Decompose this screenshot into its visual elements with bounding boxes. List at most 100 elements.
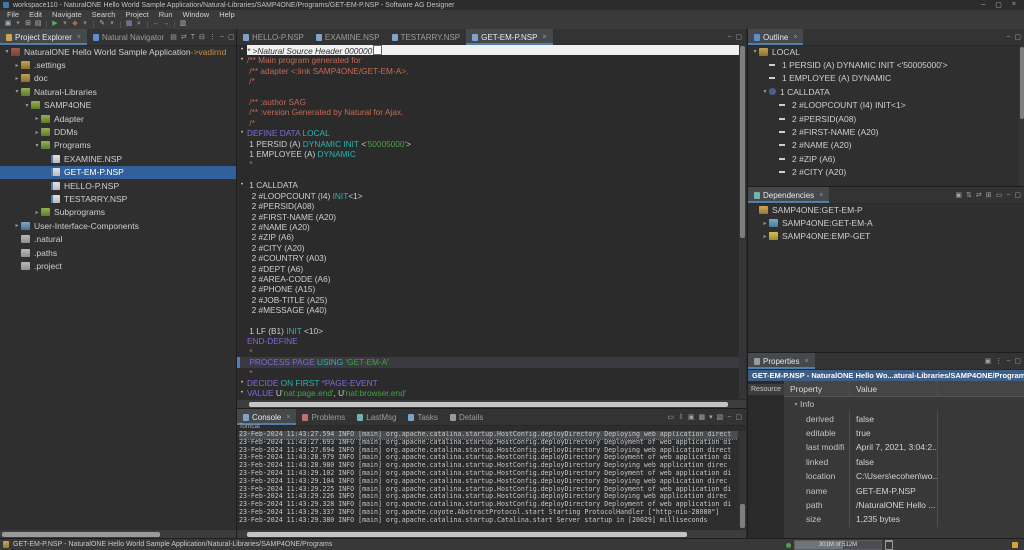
tree-item-2-first-name-a20[interactable]: 2 #FIRST-NAME (A20) xyxy=(748,125,1024,138)
menu-file[interactable]: File xyxy=(2,10,24,19)
code-line[interactable]: 2 #JOB-TITLE (A25) xyxy=(237,295,739,305)
scrollbar-thumb[interactable] xyxy=(1020,47,1024,119)
tree-item-subprograms[interactable]: ▸Subprograms xyxy=(0,206,236,219)
notification-icon[interactable] xyxy=(1012,542,1018,548)
code-line[interactable]: 1 LF (B1) INIT <10> xyxy=(237,326,739,336)
debug-dropdown-icon[interactable]: ▾ xyxy=(80,19,90,29)
tab-hello-p-nsp[interactable]: HELLO-P.NSP xyxy=(237,29,310,45)
filter-icon[interactable]: ⊞ xyxy=(986,191,992,199)
scroll-lock-icon[interactable]: ⇩ xyxy=(678,413,684,421)
tree-expand-arrow[interactable]: ▸ xyxy=(33,129,41,136)
tab-get-em-p-nsp[interactable]: GET-EM-P.NSP× xyxy=(466,29,552,45)
close-icon[interactable]: × xyxy=(819,192,823,199)
tree-expand-arrow[interactable]: ▸ xyxy=(33,115,41,122)
tree-item-2-loopcount-i4-init-1[interactable]: 2 #LOOPCOUNT (I4) INIT<1> xyxy=(748,99,1024,112)
code-line[interactable]: •VALUE U'nat:page.end', U'nat:browser.en… xyxy=(237,388,739,398)
property-row[interactable]: last modifiApril 7, 2021, 3:04:2... xyxy=(784,440,1024,454)
window-maximize-button[interactable]: ▢ xyxy=(995,1,1002,9)
tree-item-testarry-nsp[interactable]: TESTARRY.NSP xyxy=(0,192,236,205)
code-line[interactable]: 2 #AREA-CODE (A6) xyxy=(237,274,739,284)
code-line[interactable]: * xyxy=(237,347,739,357)
collapse-all-icon[interactable]: ⊟ xyxy=(199,33,205,41)
code-line[interactable] xyxy=(237,316,739,326)
code-line[interactable]: 2 #DEPT (A6) xyxy=(237,264,739,274)
tab-problems[interactable]: Problems xyxy=(296,409,351,425)
property-row[interactable]: locationC:\Users\ecohen\wo... xyxy=(784,469,1024,483)
close-icon[interactable]: × xyxy=(793,34,797,41)
tree-item-2-city-a20[interactable]: 2 #CITY (A20) xyxy=(748,166,1024,179)
menu-navigate[interactable]: Navigate xyxy=(47,10,87,19)
menu-project[interactable]: Project xyxy=(120,10,153,19)
new-wizard-icon[interactable]: ▩ xyxy=(124,19,134,29)
refresh-icon[interactable]: ⇄ xyxy=(976,191,982,199)
tree-item-1-calldata[interactable]: ▾1 CALLDATA xyxy=(748,85,1024,98)
scrollbar-thumb[interactable] xyxy=(247,532,687,537)
code-line[interactable]: 2 #PHONE (A15) xyxy=(237,284,739,294)
history-icon[interactable]: ▭ xyxy=(996,191,1003,199)
tree-item-natural-libraries[interactable]: ▾Natural-Libraries xyxy=(0,85,236,98)
code-line[interactable]: •* >Natural Source Header 000000 xyxy=(237,45,739,55)
maximize-icon[interactable]: ▢ xyxy=(1014,357,1021,365)
tree-item-settings[interactable]: ▸.settings xyxy=(0,58,236,71)
clear-console-icon[interactable]: ▭ xyxy=(667,413,674,421)
code-line[interactable]: 2 #MESSAGE (A40) xyxy=(237,305,739,315)
window-minimize-button[interactable]: – xyxy=(981,1,985,9)
back-icon[interactable]: ← xyxy=(151,19,161,29)
scrollbar-thumb[interactable] xyxy=(740,46,745,238)
search-icon[interactable]: ⌕ xyxy=(134,19,144,29)
column-property[interactable]: Property xyxy=(784,381,850,396)
code-editor[interactable]: •* >Natural Source Header 000000•/** Mai… xyxy=(237,45,739,400)
tree-item-programs[interactable]: ▾Programs xyxy=(0,139,236,152)
property-row[interactable]: size1,235 bytes xyxy=(784,512,1024,526)
tree-item-samp4one-get-em-p[interactable]: SAMP4ONE:GET-EM-P xyxy=(748,203,1024,216)
display-console-icon[interactable]: ▦ xyxy=(699,413,706,421)
save-dropdown-icon[interactable]: ▾ xyxy=(13,19,23,29)
scrollbar-thumb[interactable] xyxy=(740,504,745,528)
tree-expand-arrow[interactable]: ▾ xyxy=(23,102,31,109)
tab-examine-nsp[interactable]: EXAMINE.NSP xyxy=(310,29,386,45)
tree-item-1-persid-a-dynamic-init-50005000[interactable]: 1 PERSID (A) DYNAMIC INIT <'50005000'> xyxy=(748,58,1024,71)
property-row[interactable]: editabletrue xyxy=(784,426,1024,440)
console-log-line[interactable]: 23-Feb-2024 11:43:29.380 INFO [main] org… xyxy=(239,517,738,525)
tree-item-2-persid-a08[interactable]: 2 #PERSID(A08) xyxy=(748,112,1024,125)
maximize-icon[interactable]: ▢ xyxy=(1014,33,1021,41)
tab-natural-navigator[interactable]: Natural Navigator xyxy=(87,29,170,45)
minimize-icon[interactable]: − xyxy=(220,34,224,41)
maximize-icon[interactable]: ▢ xyxy=(735,413,742,421)
tree-expand-arrow[interactable]: ▸ xyxy=(13,222,21,229)
tab-testarry-nsp[interactable]: TESTARRY.NSP xyxy=(386,29,467,45)
menu-search[interactable]: Search xyxy=(87,10,121,19)
edit-dropdown-icon[interactable]: ▾ xyxy=(107,19,117,29)
tree-item-user-interface-components[interactable]: ▸User-Interface-Components xyxy=(0,219,236,232)
close-icon[interactable]: × xyxy=(286,414,290,421)
open-console-icon[interactable]: ▧ xyxy=(717,413,724,421)
property-row[interactable]: linkedfalse xyxy=(784,455,1024,469)
tree-expand-arrow[interactable]: ▾ xyxy=(3,48,11,55)
menu-edit[interactable]: Edit xyxy=(24,10,47,19)
code-line[interactable]: END-DEFINE xyxy=(237,336,739,346)
outline-vertical-scrollbar[interactable] xyxy=(1019,45,1024,186)
column-value[interactable]: Value xyxy=(850,381,938,396)
tree-item-adapter[interactable]: ▸Adapter xyxy=(0,112,236,125)
code-line[interactable]: PROCESS PAGE USING 'GET-EM-A' xyxy=(237,357,739,367)
menu-help[interactable]: Help xyxy=(214,10,239,19)
console-vertical-scrollbar[interactable] xyxy=(739,431,746,530)
tab-resource[interactable]: Resource xyxy=(748,384,784,395)
tree-item-ddms[interactable]: ▸DDMs xyxy=(0,125,236,138)
debug-icon[interactable]: ◆ xyxy=(70,19,80,29)
maximize-icon[interactable]: ▢ xyxy=(228,33,235,41)
code-line[interactable] xyxy=(237,170,739,180)
tree-item-naturalone-hello-world-sample-application[interactable]: ▾NaturalONE Hello World Sample Applicati… xyxy=(0,45,236,58)
tree-expand-arrow[interactable]: ▸ xyxy=(33,209,41,216)
run-dropdown-icon[interactable]: ▾ xyxy=(60,19,70,29)
close-icon[interactable]: × xyxy=(804,358,808,365)
tree-item-doc[interactable]: ▸doc xyxy=(0,72,236,85)
view-menu-icon[interactable]: ⋮ xyxy=(995,357,1002,365)
console-log[interactable]: 23-Feb-2024 11:43:27.594 INFO [main] org… xyxy=(239,431,738,530)
tab-properties[interactable]: Properties × xyxy=(748,353,815,369)
minimize-icon[interactable]: − xyxy=(1006,358,1010,365)
close-icon[interactable]: × xyxy=(77,34,81,41)
menu-window[interactable]: Window xyxy=(178,10,215,19)
code-line[interactable]: 2 #FIRST-NAME (A20) xyxy=(237,212,739,222)
pin-icon[interactable]: ▣ xyxy=(985,357,992,365)
